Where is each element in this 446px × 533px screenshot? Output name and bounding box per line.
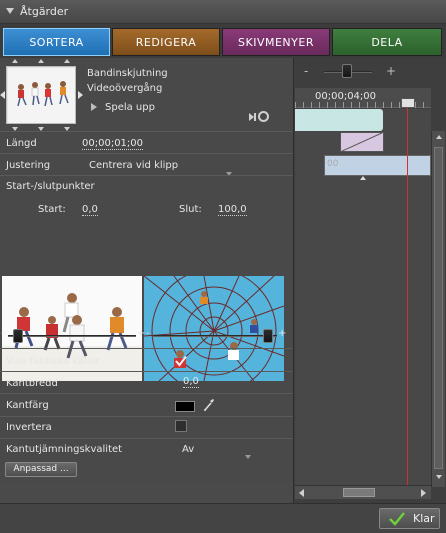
alignment-dropdown[interactable]: Centrera vid klipp bbox=[89, 160, 178, 171]
eyedropper-icon[interactable] bbox=[203, 398, 215, 412]
timeline-ruler[interactable]: 00;00;04;00 bbox=[295, 88, 431, 108]
show-sources-label: Visa faktiska källor bbox=[6, 356, 100, 367]
corner-arrow-icon[interactable] bbox=[12, 59, 18, 63]
vertical-scroll-thumb[interactable] bbox=[434, 147, 443, 469]
end-label: Slut: bbox=[179, 204, 202, 215]
green-check-icon bbox=[389, 512, 405, 526]
video-clip-1[interactable] bbox=[295, 109, 383, 131]
transition-diagonal bbox=[339, 131, 385, 153]
ruler-timecode: 00;00;04;00 bbox=[315, 91, 377, 102]
border-width-value[interactable]: 0,0 bbox=[183, 376, 199, 388]
length-label: Längd bbox=[6, 138, 37, 149]
end-slider-minus[interactable]: - bbox=[146, 328, 150, 339]
start-slider-plus[interactable]: + bbox=[137, 328, 145, 339]
top-arrow-icon[interactable] bbox=[38, 59, 44, 63]
show-sources-checkbox[interactable] bbox=[175, 355, 187, 367]
length-value[interactable]: 00;00;01;00 bbox=[82, 138, 144, 150]
border-width-label: Kantbredd bbox=[6, 378, 58, 389]
bottom-bar: Klar bbox=[0, 503, 446, 533]
start-slider-track[interactable] bbox=[8, 335, 136, 337]
end-slider-thumb[interactable] bbox=[263, 329, 273, 343]
done-button[interactable]: Klar bbox=[379, 508, 440, 529]
antialias-label: Kantutjämningskvalitet bbox=[6, 444, 123, 455]
play-button-label[interactable]: Spela upp bbox=[105, 102, 155, 113]
end-value[interactable]: 100,0 bbox=[218, 204, 247, 216]
end-slider-track[interactable] bbox=[153, 335, 277, 337]
panel-title: Åtgärder bbox=[20, 5, 69, 18]
tab-redigera[interactable]: REDIGERA bbox=[112, 28, 220, 56]
clock-icon[interactable] bbox=[258, 111, 269, 122]
invert-label: Invertera bbox=[6, 422, 52, 433]
scroll-down-icon[interactable] bbox=[436, 475, 442, 479]
vertical-scrollbar[interactable] bbox=[431, 131, 445, 487]
playhead-handle[interactable] bbox=[401, 98, 415, 108]
zoom-out-button[interactable]: - bbox=[304, 64, 308, 78]
video-clip-2[interactable]: 00 bbox=[324, 155, 431, 176]
playhead-line bbox=[407, 108, 408, 485]
clip2-label: 00 bbox=[327, 159, 339, 169]
zoom-in-button[interactable]: + bbox=[386, 64, 396, 78]
actions-panel-header[interactable]: Åtgärder bbox=[0, 0, 446, 24]
transition-thumbnail bbox=[6, 66, 76, 124]
checkmark-icon bbox=[175, 355, 187, 367]
antialias-dropdown[interactable]: Av bbox=[182, 444, 194, 455]
done-button-label: Klar bbox=[413, 512, 435, 525]
play-icon[interactable] bbox=[91, 103, 97, 111]
transition-center-marker-icon bbox=[360, 176, 366, 180]
zoom-slider-thumb[interactable] bbox=[342, 64, 352, 78]
running-kids-image bbox=[7, 67, 75, 123]
border-color-swatch[interactable] bbox=[175, 401, 195, 412]
timeline-panel: - + 00;00;04;00 00 bbox=[293, 58, 446, 503]
horizontal-scrollbar[interactable] bbox=[295, 485, 431, 499]
border-color-label: Kantfärg bbox=[6, 400, 49, 411]
custom-button[interactable]: Anpassad ... bbox=[5, 462, 77, 477]
startend-label: Start-/slutpunkter bbox=[6, 181, 95, 192]
transition-properties-panel: Bandinskjutning Videoövergång Spela upp … bbox=[0, 58, 293, 483]
start-label: Start: bbox=[38, 204, 66, 215]
transition-type: Videoövergång bbox=[87, 83, 163, 94]
tab-skivmenyer[interactable]: SKIVMENYER bbox=[222, 28, 330, 56]
scroll-right-icon[interactable] bbox=[421, 489, 426, 497]
end-slider-plus[interactable]: + bbox=[278, 328, 286, 339]
scroll-left-icon[interactable] bbox=[299, 489, 304, 497]
workspace-tabs: SORTERA REDIGERA SKIVMENYER DELA bbox=[0, 24, 446, 58]
tab-dela[interactable]: DELA bbox=[332, 28, 442, 56]
collapse-triangle-icon[interactable] bbox=[6, 8, 14, 14]
corner-arrow-icon[interactable] bbox=[64, 59, 70, 63]
horizontal-scroll-thumb[interactable] bbox=[343, 488, 375, 497]
right-arrow-icon[interactable] bbox=[78, 91, 83, 99]
dropdown-chevron-icon[interactable] bbox=[245, 455, 251, 459]
left-arrow-icon[interactable] bbox=[0, 91, 5, 99]
tab-sortera[interactable]: SORTERA bbox=[3, 28, 110, 56]
transition-name: Bandinskjutning bbox=[87, 68, 168, 79]
start-value[interactable]: 0,0 bbox=[82, 204, 98, 216]
invert-checkbox[interactable] bbox=[175, 420, 187, 432]
alignment-label: Justering bbox=[6, 160, 51, 171]
start-slider-thumb[interactable] bbox=[13, 329, 23, 343]
start-slider-minus[interactable]: - bbox=[1, 328, 5, 339]
bar-icon bbox=[254, 113, 256, 121]
scroll-up-icon[interactable] bbox=[436, 135, 442, 139]
